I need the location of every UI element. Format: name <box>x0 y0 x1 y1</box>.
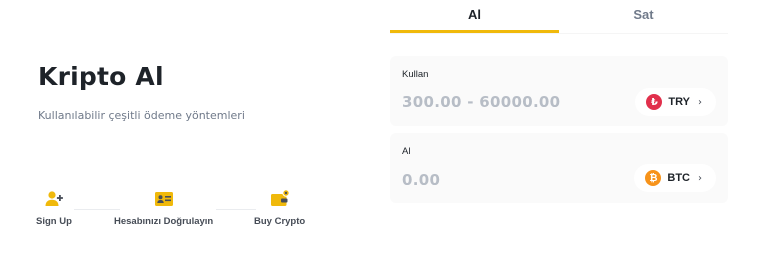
btc-coin-icon: ₿ <box>645 170 662 186</box>
spend-amount-input[interactable]: 300.00 - 60000.00 <box>402 93 560 111</box>
try-coin-icon: ₺ <box>646 94 663 110</box>
step-label: Buy Crypto <box>254 216 306 227</box>
hero-section: Kripto Al Kullanılabilir çeşitli ödeme y… <box>36 0 368 260</box>
onboarding-steps: Sign Up Hesabınızı Doğrulayın Buy Crypto <box>36 189 338 233</box>
step-verify-account[interactable]: Hesabınızı Doğrulayın <box>114 189 213 227</box>
spend-field[interactable]: Kullan 300.00 - 60000.00 ₺ TRY › <box>390 56 728 126</box>
step-buy-crypto[interactable]: Buy Crypto <box>254 189 305 227</box>
page-subtitle: Kullanılabilir çeşitli ödeme yöntemleri <box>38 109 245 122</box>
spend-currency-select[interactable]: ₺ TRY › <box>635 88 716 116</box>
chevron-right-icon: › <box>698 96 702 108</box>
chevron-right-icon: › <box>698 172 702 184</box>
step-connector <box>216 209 256 210</box>
receive-field[interactable]: Al 0.00 ₿ BTC › <box>390 133 728 203</box>
spend-currency-code: TRY <box>668 96 690 108</box>
tab-buy[interactable]: Al <box>390 0 559 34</box>
user-add-icon <box>45 191 63 206</box>
wallet-icon <box>270 189 290 206</box>
step-label: Sign Up <box>36 216 72 227</box>
step-sign-up[interactable]: Sign Up <box>36 189 72 227</box>
receive-currency-select[interactable]: ₿ BTC › <box>634 164 716 192</box>
spend-label: Kullan <box>402 69 429 80</box>
id-card-icon <box>154 192 173 206</box>
receive-currency-code: BTC <box>667 172 690 184</box>
tab-sell[interactable]: Sat <box>559 0 728 34</box>
trade-widget: Al Sat Kullan 300.00 - 60000.00 ₺ TRY › … <box>390 0 728 260</box>
receive-amount-input[interactable]: 0.00 <box>402 171 440 189</box>
receive-label: Al <box>402 146 411 157</box>
trade-tabs: Al Sat <box>390 0 728 34</box>
step-label: Hesabınızı Doğrulayın <box>114 216 214 227</box>
active-tab-indicator <box>390 30 559 33</box>
page-title: Kripto Al <box>38 62 164 91</box>
